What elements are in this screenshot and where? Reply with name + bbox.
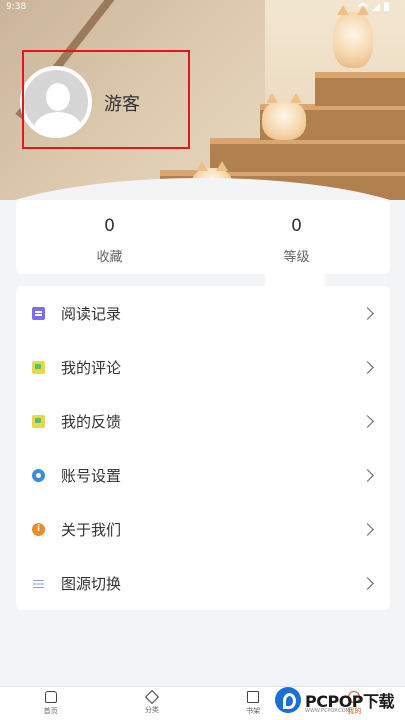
tab-label: 分类 (144, 706, 159, 714)
category-icon (144, 689, 159, 705)
home-icon (44, 691, 57, 703)
watermark: PCPOP下载 WWW.PCPOP.COM (275, 680, 401, 720)
cat-image (262, 93, 306, 140)
list-icon (32, 577, 45, 590)
stat-label: 收藏 (96, 250, 123, 265)
chevron-right-icon (361, 306, 374, 320)
pcpop-logo-icon (275, 687, 301, 713)
stat-value: 0 (104, 216, 115, 236)
comment-icon (32, 360, 45, 374)
menu-item-about-us[interactable]: i 关于我们 (16, 502, 390, 556)
menu-item-label: 图源切换 (61, 574, 122, 593)
status-icons (358, 2, 389, 11)
stat-level[interactable]: 0 等级 (203, 200, 390, 274)
cat-image (333, 5, 373, 68)
stats-card: 0 收藏 0 等级 (16, 200, 390, 274)
tab-label: 首页 (43, 707, 58, 715)
menu-item-my-feedback[interactable]: 我的反馈 (16, 394, 390, 448)
menu-item-my-comments[interactable]: 我的评论 (16, 340, 390, 394)
info-icon: i (32, 522, 45, 536)
stat-favorites[interactable]: 0 收藏 (16, 200, 203, 274)
tab-category[interactable]: 分类 (101, 687, 202, 720)
watermark-subtext: WWW.PCPOP.COM (305, 708, 350, 714)
menu-list: 阅读记录 我的评论 我的反馈 账号设置 i 关于我们 图源切换 (16, 286, 390, 610)
book-icon (32, 306, 45, 320)
stat-label: 等级 (283, 250, 310, 265)
wifi-icon (358, 2, 368, 11)
tab-home[interactable]: 首页 (0, 687, 101, 720)
menu-item-image-source[interactable]: 图源切换 (16, 556, 390, 610)
menu-item-label: 账号设置 (61, 466, 122, 485)
chevron-right-icon (361, 360, 374, 374)
menu-item-label: 阅读记录 (61, 304, 122, 323)
highlight-box (22, 50, 190, 149)
signal-icon (372, 2, 380, 11)
status-time: 9:38 (6, 2, 27, 12)
menu-item-account-settings[interactable]: 账号设置 (16, 448, 390, 502)
menu-item-label: 我的反馈 (61, 412, 122, 431)
bookshelf-icon (247, 691, 260, 703)
chevron-right-icon (361, 522, 374, 536)
menu-item-label: 关于我们 (61, 520, 122, 539)
chevron-right-icon (361, 414, 374, 428)
feedback-icon (32, 414, 45, 428)
chevron-right-icon (361, 576, 374, 590)
menu-item-label: 我的评论 (61, 358, 122, 377)
chevron-right-icon (361, 468, 374, 482)
status-bar: 9:38 (0, 0, 405, 16)
battery-icon (384, 2, 389, 11)
stat-value: 0 (291, 216, 302, 236)
menu-item-reading-history[interactable]: 阅读记录 (16, 286, 390, 340)
gear-icon (32, 468, 45, 482)
